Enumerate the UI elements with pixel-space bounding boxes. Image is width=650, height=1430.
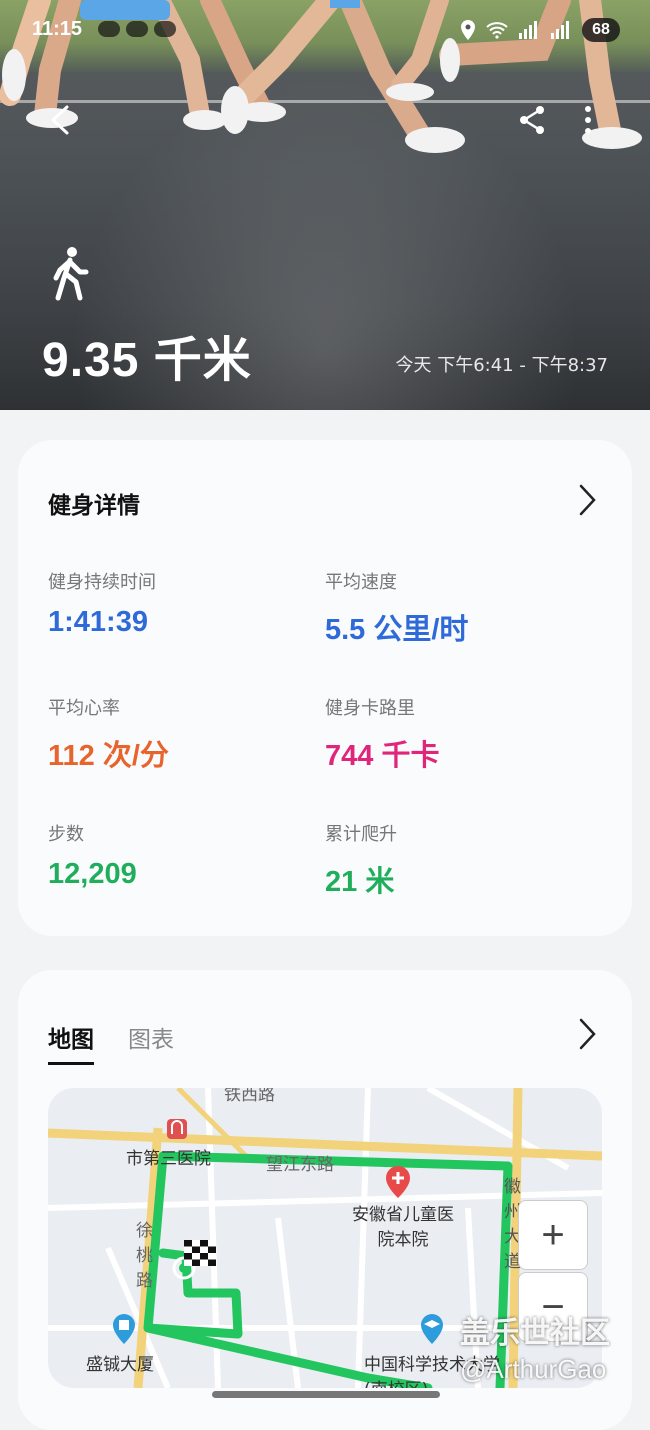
school-pin-icon: [421, 1314, 443, 1344]
metric-label: 步数: [48, 824, 84, 845]
metric-value: 1:41:39: [48, 606, 148, 638]
metric-label: 平均心率: [48, 698, 120, 719]
metric-elevation-gain: 累计爬升 21 米: [325, 820, 397, 900]
details-card-title: 健身详情: [48, 493, 140, 519]
map-label-road: 徐桃路: [136, 1221, 153, 1291]
building-pin-icon: [113, 1314, 135, 1344]
home-indicator[interactable]: [212, 1391, 440, 1398]
tab-map[interactable]: 地图: [48, 1020, 94, 1065]
map-label-hospital: 市第三医院: [126, 1149, 211, 1169]
signal-icon-2: [551, 21, 569, 39]
status-time: 11:15: [32, 18, 83, 40]
status-system-icons: 68: [460, 18, 620, 42]
map-label-road: 铁西路: [224, 1088, 275, 1105]
map-label-road: 望江东路: [266, 1155, 334, 1175]
map-label-childrens-hospital: 安徽省儿童医院本院: [352, 1205, 454, 1250]
notification-wear-icon: [154, 21, 176, 37]
metric-value: 21 米: [325, 866, 395, 898]
status-bar: 11:15 68: [0, 0, 650, 62]
metric-value: 12,209: [48, 858, 137, 890]
map-label-building: 盛铖大厦: [86, 1355, 154, 1375]
battery-indicator: 68: [582, 18, 620, 42]
tab-chart[interactable]: 图表: [128, 1020, 174, 1065]
metric-value: 744 千卡: [325, 740, 440, 772]
share-icon: [520, 106, 544, 134]
metric-value: 5.5 公里/时: [325, 614, 469, 646]
status-notification-icons: [98, 21, 176, 37]
watermark-community: 盖乐世社区: [460, 1317, 610, 1350]
metric-label: 健身卡路里: [325, 698, 415, 719]
notification-check-icon: [126, 21, 148, 37]
metric-calories: 健身卡路里 744 千卡: [325, 694, 439, 774]
wifi-icon: [486, 22, 508, 39]
back-arrow-icon: [51, 105, 69, 135]
watermark-author: @ArthurGao: [460, 1354, 607, 1384]
finish-flag-icon: [184, 1240, 216, 1266]
metric-steps: 步数 12,209: [48, 820, 137, 891]
zoom-in-button[interactable]: +: [518, 1200, 588, 1270]
metric-label: 健身持续时间: [48, 572, 156, 593]
metric-label: 累计爬升: [325, 824, 397, 845]
chevron-right-icon: [579, 1018, 596, 1050]
more-vertical-icon: [585, 106, 591, 134]
walking-icon: [53, 247, 89, 301]
metric-label: 平均速度: [325, 572, 397, 593]
metric-duration: 健身持续时间 1:41:39: [48, 568, 156, 639]
map-chart-tabs: 地图 图表: [48, 1020, 174, 1065]
share-button[interactable]: [512, 100, 552, 140]
back-button[interactable]: [40, 100, 80, 140]
hospital-pin-icon: [386, 1166, 410, 1198]
notification-dots-icon: [98, 21, 120, 37]
hero-banner: 11:15 68 9.35 千米 今天 下午6:41 - 下午8:37: [0, 0, 650, 410]
details-expand-button[interactable]: [578, 484, 596, 520]
map-expand-button[interactable]: [578, 1018, 596, 1054]
signal-icon: [519, 21, 537, 39]
metric-value: 112 次/分: [48, 740, 169, 772]
metric-avg-speed: 平均速度 5.5 公里/时: [325, 568, 468, 648]
location-icon: [461, 20, 475, 40]
chevron-right-icon: [579, 484, 596, 516]
metric-avg-heart-rate: 平均心率 112 次/分: [48, 694, 169, 774]
hospital-poi-icon: [167, 1119, 187, 1139]
workout-details-card: 健身详情 健身持续时间 1:41:39 平均速度 5.5 公里/时 平均心率 1…: [18, 440, 632, 936]
workout-time-range: 今天 下午6:41 - 下午8:37: [395, 355, 608, 376]
workout-distance: 9.35 千米: [42, 334, 252, 387]
more-options-button[interactable]: [568, 100, 608, 140]
